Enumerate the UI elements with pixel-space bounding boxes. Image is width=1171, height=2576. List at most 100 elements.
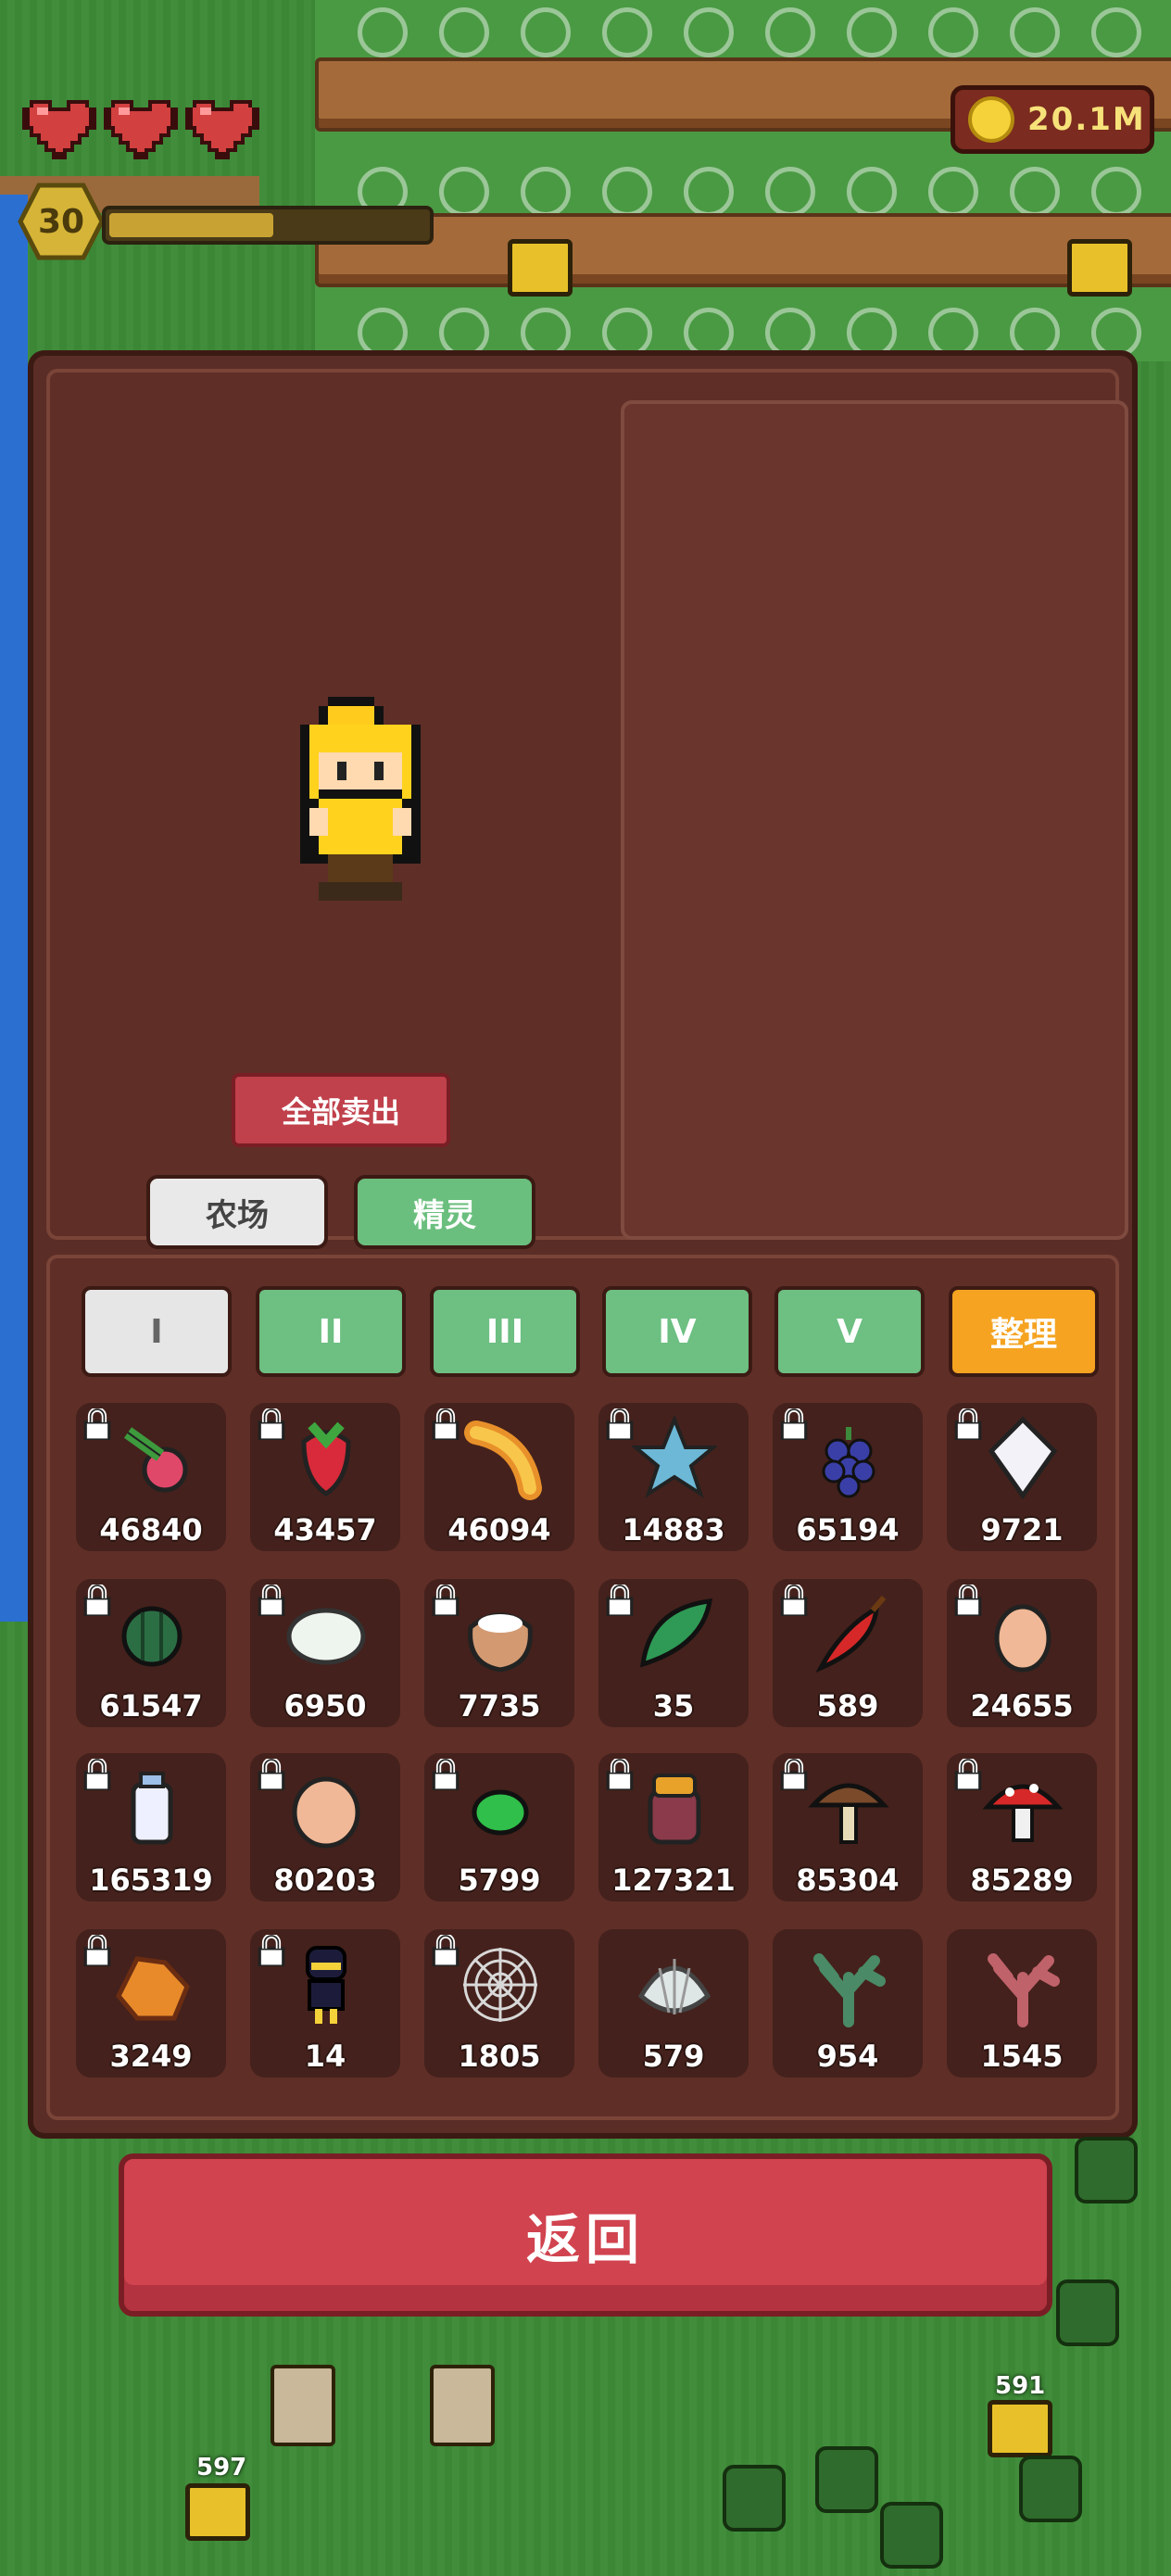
inventory-slot[interactable]: 5799 <box>424 1753 574 1901</box>
lock-icon[interactable] <box>83 1933 111 1968</box>
tier-tab-4[interactable]: IV <box>602 1286 752 1377</box>
ninja-figure-icon <box>283 1940 369 2029</box>
lock-icon[interactable] <box>258 1583 285 1618</box>
health-hearts <box>22 93 259 159</box>
bee-box <box>430 2365 495 2446</box>
beehive-count-label: 591 <box>995 2372 1046 2400</box>
heart-icon <box>104 93 178 159</box>
item-count: 3249 <box>109 2039 193 2074</box>
grape-icon <box>806 1414 891 1503</box>
empty-plot[interactable] <box>358 7 408 57</box>
inventory-slot[interactable]: 85289 <box>947 1753 1097 1901</box>
empty-plot[interactable] <box>684 167 734 217</box>
inventory-slot[interactable]: 954 <box>773 1929 923 2077</box>
xp-bar-fill <box>109 213 273 237</box>
sort-button[interactable]: 整理 <box>949 1286 1099 1377</box>
inventory-slot[interactable]: 3249 <box>76 1929 226 2077</box>
lock-icon[interactable] <box>780 1757 808 1792</box>
lock-icon[interactable] <box>606 1407 634 1442</box>
empty-plot[interactable] <box>928 7 978 57</box>
red-coral-icon <box>980 1940 1065 2029</box>
tab-spirit[interactable]: 精灵 <box>354 1175 535 1249</box>
lock-icon[interactable] <box>606 1583 634 1618</box>
lock-icon[interactable] <box>780 1407 808 1442</box>
empty-plot[interactable] <box>1091 167 1141 217</box>
inventory-slot[interactable]: 65194 <box>773 1403 923 1551</box>
green-gem-icon <box>458 1764 543 1853</box>
sell-all-button[interactable]: 全部卖出 <box>232 1073 450 1147</box>
empty-plot[interactable] <box>847 167 897 217</box>
empty-plot[interactable] <box>439 7 489 57</box>
lock-icon[interactable] <box>606 1757 634 1792</box>
inventory-slot[interactable]: 9721 <box>947 1403 1097 1551</box>
lock-icon[interactable] <box>258 1407 285 1442</box>
inventory-slot[interactable]: 80203 <box>250 1753 400 1901</box>
item-count: 589 <box>816 1688 879 1724</box>
inventory-slot[interactable]: 127321 <box>598 1753 749 1901</box>
lock-icon[interactable] <box>954 1583 982 1618</box>
lock-icon[interactable] <box>780 1583 808 1618</box>
empty-plot[interactable] <box>765 7 815 57</box>
lock-icon[interactable] <box>83 1583 111 1618</box>
lock-icon[interactable] <box>432 1757 460 1792</box>
item-count: 1805 <box>458 2039 541 2074</box>
item-count: 80203 <box>273 1863 377 1898</box>
heart-icon <box>185 93 259 159</box>
inventory-slot[interactable]: 7735 <box>424 1579 574 1727</box>
empty-plot[interactable] <box>521 7 571 57</box>
coin-amount: 20.1M <box>1027 101 1146 138</box>
lock-icon[interactable] <box>432 1933 460 1968</box>
inventory-slot[interactable]: 24655 <box>947 1579 1097 1727</box>
empty-plot[interactable] <box>1091 7 1141 57</box>
empty-plot[interactable] <box>1010 7 1060 57</box>
back-button[interactable]: 返回 <box>119 2153 1052 2317</box>
empty-plot[interactable] <box>602 7 652 57</box>
empty-plot[interactable] <box>928 167 978 217</box>
inventory-slot[interactable]: 43457 <box>250 1403 400 1551</box>
tier-tab-2[interactable]: II <box>256 1286 406 1377</box>
item-count: 46840 <box>99 1512 203 1547</box>
radish-icon <box>283 1414 369 1503</box>
inventory-slot[interactable]: 61547 <box>76 1579 226 1727</box>
inventory-slot[interactable]: 6950 <box>250 1579 400 1727</box>
lock-icon[interactable] <box>83 1407 111 1442</box>
empty-plot[interactable] <box>602 167 652 217</box>
lock-icon[interactable] <box>954 1407 982 1442</box>
inventory-slot[interactable]: 165319 <box>76 1753 226 1901</box>
lock-icon[interactable] <box>432 1583 460 1618</box>
inventory-section: I II III IV V 整理 46840 43457 46094 14883 651… <box>46 1255 1119 2120</box>
empty-plot[interactable] <box>521 167 571 217</box>
lock-icon[interactable] <box>258 1757 285 1792</box>
inventory-slot[interactable]: 1805 <box>424 1929 574 2077</box>
lock-icon[interactable] <box>432 1407 460 1442</box>
beehive[interactable] <box>508 239 573 297</box>
beehive[interactable] <box>988 2400 1052 2457</box>
inventory-slot[interactable]: 46094 <box>424 1403 574 1551</box>
inventory-slot[interactable]: 14883 <box>598 1403 749 1551</box>
starfruit-icon <box>630 1414 719 1503</box>
empty-plot[interactable] <box>439 167 489 217</box>
lock-icon[interactable] <box>258 1933 285 1968</box>
tier-tab-1[interactable]: I <box>82 1286 232 1377</box>
beehive[interactable] <box>185 2483 250 2541</box>
tab-farm[interactable]: 农场 <box>146 1175 328 1249</box>
empty-plot[interactable] <box>684 7 734 57</box>
tier-tab-3[interactable]: III <box>430 1286 580 1377</box>
inventory-slot[interactable]: 46840 <box>76 1403 226 1551</box>
inventory-slot[interactable]: 35 <box>598 1579 749 1727</box>
inventory-slot[interactable]: 14 <box>250 1929 400 2077</box>
empty-plot[interactable] <box>847 7 897 57</box>
inventory-slot[interactable]: 85304 <box>773 1753 923 1901</box>
white-egg-icon <box>980 1414 1065 1503</box>
tier-tab-5[interactable]: V <box>774 1286 925 1377</box>
lock-icon[interactable] <box>954 1757 982 1792</box>
beehive[interactable] <box>1067 239 1132 297</box>
inventory-slot[interactable]: 589 <box>773 1579 923 1727</box>
inventory-slot[interactable]: 1545 <box>947 1929 1097 2077</box>
empty-plot[interactable] <box>765 167 815 217</box>
item-count: 6950 <box>283 1688 367 1724</box>
inventory-slot[interactable]: 579 <box>598 1929 749 2077</box>
lock-icon[interactable] <box>83 1757 111 1792</box>
empty-plot[interactable] <box>1010 167 1060 217</box>
item-count: 85304 <box>796 1863 900 1898</box>
